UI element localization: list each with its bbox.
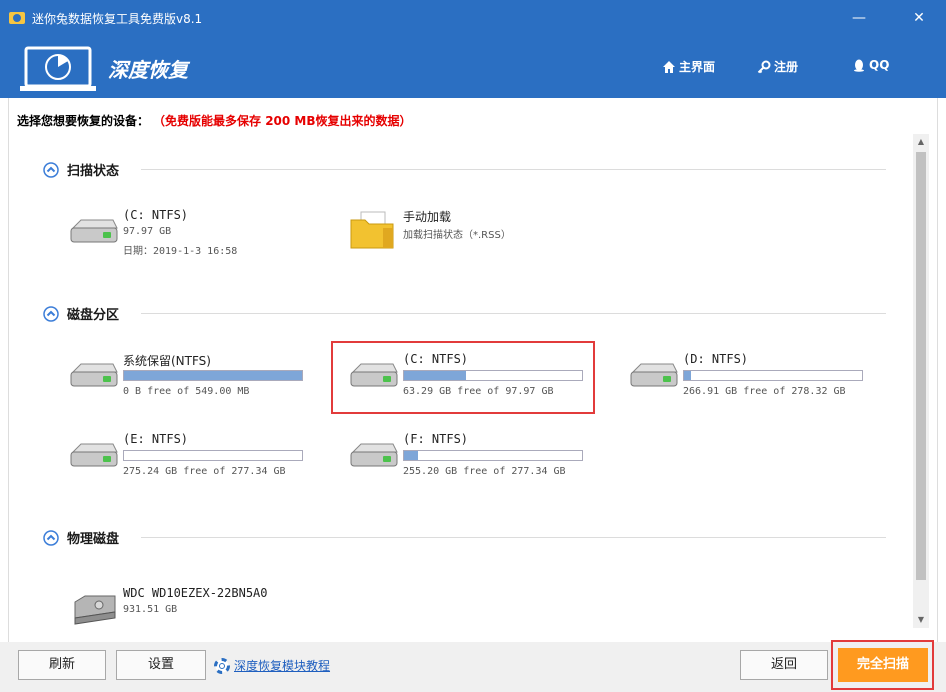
partition-e[interactable]: (E: NTFS) 275.24 GB free of 277.34 GB bbox=[69, 430, 329, 490]
section-scan-state-title: 扫描状态 bbox=[67, 164, 120, 179]
app-header: 深度恢复 主界面 注册 QQ bbox=[0, 36, 946, 98]
device-list[interactable]: 扫描状态 (C: NTFS) 97.97 GB 日期：2019-1-3 16:5… bbox=[9, 132, 939, 632]
section-physical-disks[interactable]: 物理磁盘 bbox=[43, 528, 119, 547]
free-limit-note: （免费版能最多保存 200 MB恢复出来的数据） bbox=[159, 114, 412, 128]
tutorial-link[interactable]: 深度恢复模块教程 bbox=[214, 657, 330, 674]
hard-drive-icon bbox=[70, 443, 118, 467]
instruction-label: 选择您想要恢复的设备： bbox=[17, 114, 150, 128]
device-selection-panel: 选择您想要恢复的设备： （免费版能最多保存 200 MB恢复出来的数据） 扫描状态… bbox=[8, 98, 938, 642]
app-name: 深度恢复 bbox=[108, 58, 188, 82]
partition-free-space: 0 B free of 549.00 MB bbox=[123, 386, 250, 397]
lifebuoy-icon bbox=[214, 657, 230, 674]
physical-disk-icon bbox=[74, 595, 116, 625]
partition-free-space: 275.24 GB free of 277.34 GB bbox=[123, 466, 286, 477]
partition-name: (F: NTFS) bbox=[403, 432, 469, 446]
laptop-logo-icon bbox=[20, 46, 96, 91]
full-scan-highlight bbox=[831, 640, 934, 690]
usage-bar-fill bbox=[684, 371, 692, 380]
section-physical-title: 物理磁盘 bbox=[67, 532, 120, 547]
usage-bar-fill bbox=[124, 371, 302, 380]
section-divider bbox=[141, 313, 886, 314]
section-partitions-title: 磁盘分区 bbox=[67, 308, 120, 323]
settings-button[interactable]: 设置 bbox=[116, 650, 206, 680]
scan-state-c-name: (C: NTFS) bbox=[123, 208, 189, 222]
nav-register-label: 注册 bbox=[774, 60, 799, 74]
title-bar: 迷你兔数据恢复工具免费版v8.1 — ✕ bbox=[0, 0, 946, 36]
usage-bar bbox=[123, 450, 303, 461]
partition-name: (D: NTFS) bbox=[683, 352, 749, 366]
folder-icon bbox=[350, 211, 394, 249]
scan-state-c[interactable]: (C: NTFS) 97.97 GB 日期：2019-1-3 16:58 bbox=[69, 206, 329, 266]
app-icon bbox=[9, 12, 25, 24]
nav-home-label: 主界面 bbox=[679, 60, 716, 74]
instruction-text: 选择您想要恢复的设备： （免费版能最多保存 200 MB恢复出来的数据） bbox=[17, 112, 412, 129]
footer-bar: 刷新 设置 深度恢复模块教程 返回 完全扫描 bbox=[0, 642, 946, 692]
partition-f[interactable]: (F: NTFS) 255.20 GB free of 277.34 GB bbox=[349, 430, 609, 490]
hard-drive-icon bbox=[630, 363, 678, 387]
scan-state-c-size: 97.97 GB bbox=[123, 226, 172, 237]
partition-free-space: 266.91 GB free of 278.32 GB bbox=[683, 386, 846, 397]
vertical-scrollbar[interactable]: ▲ ▼ bbox=[913, 134, 929, 628]
partition-name: 系统保留(NTFS) bbox=[123, 354, 211, 368]
nav-home[interactable]: 主界面 bbox=[662, 58, 715, 75]
tutorial-link-label: 深度恢复模块教程 bbox=[234, 659, 331, 673]
section-divider bbox=[141, 537, 886, 538]
nav-qq-label: QQ bbox=[869, 58, 890, 72]
physical-disk-size: 931.51 GB bbox=[123, 604, 178, 615]
manual-load-name: 手动加载 bbox=[403, 210, 452, 224]
refresh-button[interactable]: 刷新 bbox=[18, 650, 106, 680]
hard-drive-icon bbox=[350, 443, 398, 467]
minimize-button[interactable]: — bbox=[848, 8, 870, 28]
usage-bar bbox=[403, 450, 583, 461]
hard-drive-icon bbox=[70, 219, 118, 243]
partition-name: (E: NTFS) bbox=[123, 432, 189, 446]
collapse-chevron-icon bbox=[43, 305, 59, 322]
usage-bar bbox=[683, 370, 863, 381]
nav-qq[interactable]: QQ bbox=[852, 58, 889, 72]
physical-disk-wdc[interactable]: WDC WD10EZEX-22BN5A0 931.51 GB bbox=[69, 584, 329, 632]
scroll-down-arrow-icon[interactable]: ▼ bbox=[913, 612, 929, 628]
back-button[interactable]: 返回 bbox=[740, 650, 828, 680]
partition-system-reserved[interactable]: 系统保留(NTFS) 0 B free of 549.00 MB bbox=[69, 350, 329, 410]
usage-bar-fill bbox=[404, 451, 419, 460]
collapse-chevron-icon bbox=[43, 161, 59, 178]
scan-state-c-date: 日期：2019-1-3 16:58 bbox=[123, 246, 238, 257]
hard-drive-icon bbox=[70, 363, 118, 387]
scroll-up-arrow-icon[interactable]: ▲ bbox=[913, 134, 929, 150]
physical-disk-name: WDC WD10EZEX-22BN5A0 bbox=[123, 586, 268, 600]
section-scan-state[interactable]: 扫描状态 bbox=[43, 160, 119, 179]
partition-d[interactable]: (D: NTFS) 266.91 GB free of 278.32 GB bbox=[629, 350, 889, 410]
selected-highlight bbox=[331, 341, 595, 414]
qq-penguin-icon bbox=[854, 59, 864, 72]
section-divider bbox=[141, 169, 886, 170]
key-icon bbox=[757, 60, 771, 73]
usage-bar bbox=[123, 370, 303, 381]
manual-load[interactable]: 手动加载 加载扫描状态（*.RSS） bbox=[349, 206, 609, 266]
manual-load-desc: 加载扫描状态（*.RSS） bbox=[403, 230, 511, 241]
window-title: 迷你兔数据恢复工具免费版v8.1 bbox=[32, 12, 203, 26]
close-button[interactable]: ✕ bbox=[908, 8, 930, 28]
nav-register[interactable]: 注册 bbox=[757, 58, 798, 75]
partition-free-space: 255.20 GB free of 277.34 GB bbox=[403, 466, 566, 477]
home-icon bbox=[663, 60, 675, 73]
scrollbar-thumb[interactable] bbox=[916, 152, 926, 580]
section-partitions[interactable]: 磁盘分区 bbox=[43, 304, 119, 323]
collapse-chevron-icon bbox=[43, 529, 59, 546]
